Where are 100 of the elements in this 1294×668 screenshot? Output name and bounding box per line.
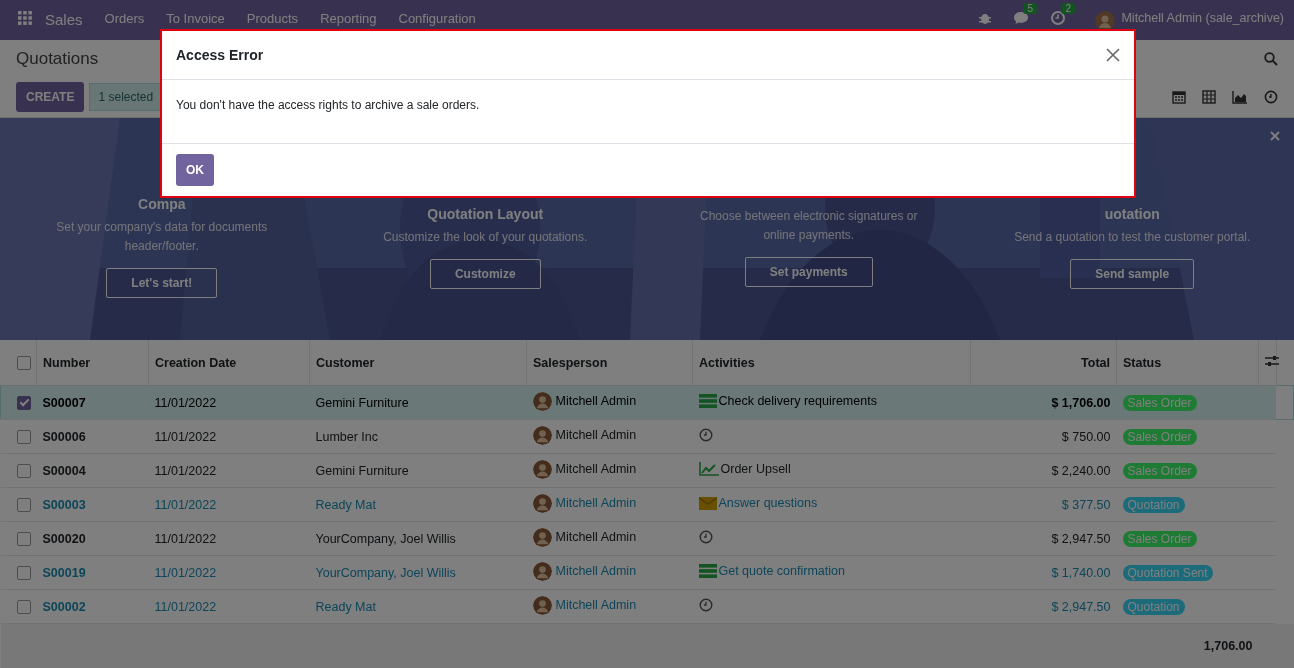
step-button[interactable]: Set payments	[744, 257, 873, 287]
clock-icon[interactable]	[1264, 90, 1278, 104]
dialog-title: Access Error	[176, 47, 264, 63]
menu-item[interactable]: Orders	[104, 11, 145, 26]
status-badge: Sales Order	[1122, 530, 1197, 547]
column-header[interactable]: Customer	[316, 355, 375, 370]
column-header[interactable]: Total	[1081, 355, 1110, 370]
table-cell: 11/01/2022	[154, 463, 217, 478]
table-cell: $ 2,947.50	[1051, 599, 1111, 614]
row-checkbox[interactable]	[17, 395, 31, 410]
row-checkbox[interactable]	[16, 497, 31, 512]
table-cell: S00020	[42, 531, 86, 546]
table-cell: S00002	[42, 599, 86, 614]
status-badge: Sales Order	[1122, 394, 1197, 411]
app-name[interactable]: Sales	[45, 11, 83, 28]
row-checkbox[interactable]	[16, 599, 31, 614]
close-icon[interactable]	[1106, 48, 1120, 62]
table-cell: S00006	[42, 429, 86, 444]
step-button[interactable]: Send sample	[1070, 258, 1195, 289]
table-cell: Gemini Furniture	[315, 395, 409, 410]
column-header[interactable]: Activities	[699, 355, 755, 370]
table-cell: Mitchell Admin	[555, 428, 637, 442]
row-checkbox[interactable]	[16, 565, 31, 580]
menu-item[interactable]: To Invoice	[166, 11, 225, 26]
table-cell: $ 2,947.50	[1051, 531, 1111, 546]
activity-summary[interactable]: Answer questions	[718, 496, 818, 511]
step-description: Customize the look of your quotations.	[383, 228, 588, 246]
column-header[interactable]: Salesperson	[533, 355, 608, 370]
chat-icon[interactable]	[1013, 11, 1030, 25]
total-sum: 1,706.00	[1203, 639, 1253, 653]
table-cell: Mitchell Admin	[555, 462, 637, 476]
table-cell: 11/01/2022	[154, 565, 217, 580]
table-cell: 11/01/2022	[154, 599, 217, 614]
search-icon[interactable]	[1264, 52, 1278, 66]
step-description: Set your company's data for documents header/footer.	[55, 219, 269, 255]
table-cell: S00019	[42, 565, 86, 580]
tasks-icon[interactable]	[698, 394, 717, 408]
avatar-icon	[532, 595, 552, 615]
table-cell: Ready Mat	[315, 497, 376, 512]
table-cell: S00004	[42, 463, 86, 478]
bug-icon[interactable]	[979, 11, 992, 25]
table-cell: YourCompany, Joel Willis	[315, 565, 456, 580]
step-title: Quotation Layout	[427, 205, 544, 222]
menu-item[interactable]: Products	[246, 11, 299, 26]
avatar-icon	[532, 493, 552, 513]
table-cell: $ 1,740.00	[1051, 565, 1111, 580]
calendar-icon[interactable]	[1172, 90, 1186, 104]
step-title: uotation	[1104, 205, 1160, 222]
table-cell: Mitchell Admin	[555, 598, 637, 612]
table-cell: Lumber Inc	[315, 429, 379, 444]
status-badge: Quotation	[1122, 496, 1185, 513]
clock-icon[interactable]	[698, 598, 713, 612]
error-message: You don't have the access rights to archive a sale orders.	[176, 98, 480, 112]
tasks-icon[interactable]	[698, 564, 717, 578]
row-checkbox[interactable]	[16, 463, 31, 478]
activity-summary[interactable]: Check delivery requirements	[718, 394, 877, 408]
select-all-checkbox[interactable]	[16, 355, 31, 370]
menu-item[interactable]: Configuration	[398, 11, 476, 26]
create-button[interactable]: CREATE	[16, 82, 85, 112]
table-cell: 11/01/2022	[154, 429, 217, 444]
activity-summary[interactable]: Order Upsell	[720, 462, 791, 476]
avatar-icon	[532, 561, 552, 581]
table-cell: S00007	[42, 395, 86, 410]
status-badge: Sales Order	[1122, 428, 1197, 445]
menu-item[interactable]: Reporting	[320, 11, 377, 26]
user-name[interactable]: Mitchell Admin (sale_archive)	[1121, 11, 1284, 25]
apps-grid-icon[interactable]	[18, 11, 32, 25]
table-cell: 11/01/2022	[154, 497, 217, 512]
table-cell: Mitchell Admin	[555, 394, 637, 408]
clock-icon[interactable]	[698, 428, 713, 442]
activity-summary[interactable]: Get quote confirmation	[718, 564, 845, 578]
ok-button[interactable]: OK	[176, 154, 214, 186]
page-title: Quotations	[16, 49, 99, 69]
table-cell: $ 377.50	[1061, 497, 1111, 512]
selection-counter: 1 selected	[89, 83, 163, 111]
table-cell: S00003	[42, 497, 86, 512]
row-checkbox[interactable]	[16, 429, 31, 444]
avatar-icon	[532, 425, 552, 445]
avatar-icon	[532, 459, 552, 479]
status-badge: Sales Order	[1122, 462, 1197, 479]
column-settings-icon[interactable]	[1265, 355, 1279, 367]
row-checkbox[interactable]	[16, 531, 31, 546]
step-title: Compa	[138, 196, 186, 212]
column-header[interactable]: Creation Date	[155, 355, 237, 370]
step-button[interactable]: Customize	[429, 258, 541, 289]
step-description: Send a quotation to test the customer portal.	[1014, 228, 1251, 246]
message-count-badge: 5	[1023, 3, 1037, 14]
table-cell: YourCompany, Joel Willis	[315, 531, 456, 546]
table-cell: Gemini Furniture	[315, 463, 409, 478]
area-chart-icon[interactable]	[1232, 90, 1248, 104]
table-cell: Mitchell Admin	[555, 564, 637, 578]
envelope-icon[interactable]	[698, 496, 717, 510]
column-header[interactable]: Status	[1123, 355, 1162, 370]
column-header[interactable]: Number	[43, 355, 91, 370]
clock-icon[interactable]	[698, 530, 713, 544]
trend-chart-icon[interactable]	[698, 462, 719, 476]
step-button[interactable]: Let's start!	[106, 268, 218, 298]
avatar-icon	[532, 391, 552, 411]
pivot-table-icon[interactable]	[1202, 90, 1216, 104]
avatar-icon	[532, 527, 552, 547]
